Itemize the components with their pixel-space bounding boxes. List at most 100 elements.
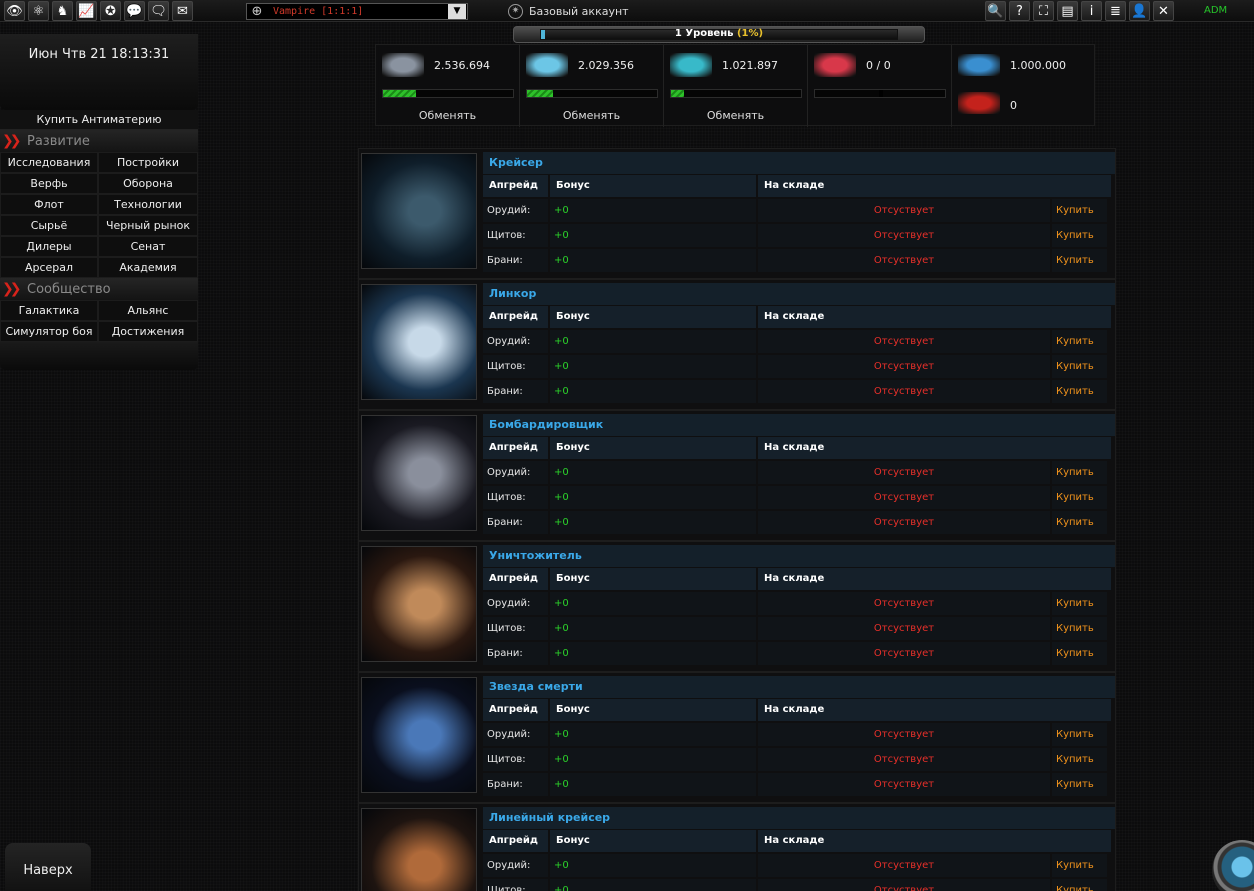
officers-icon[interactable]: ♞ bbox=[52, 1, 73, 21]
sidebar-item[interactable]: Достижения bbox=[98, 321, 198, 342]
buy-link[interactable]: Купить bbox=[1052, 380, 1107, 403]
deuterium-amount: 1.021.897 bbox=[722, 59, 778, 72]
settings-tools-icon[interactable]: ✕ bbox=[1153, 1, 1174, 21]
statistics-icon[interactable]: 📈 bbox=[76, 1, 97, 21]
sidebar-item[interactable]: Постройки bbox=[98, 152, 198, 173]
ship-table-header: Апгрейд Бонус На складе bbox=[483, 306, 1115, 328]
admin-link[interactable]: ADM bbox=[1204, 5, 1227, 16]
antimatter-icon bbox=[958, 92, 1000, 114]
upgrade-label: Брани: bbox=[483, 642, 548, 665]
ship-name[interactable]: Линкор bbox=[483, 283, 1115, 305]
crystal-exchange-link[interactable]: Обменять bbox=[520, 109, 663, 122]
buy-link[interactable]: Купить bbox=[1052, 461, 1107, 484]
table-row: Брани: +0 Отсуствует Купить bbox=[483, 773, 1115, 796]
table-row: Брани: +0 Отсуствует Купить bbox=[483, 380, 1115, 403]
sidebar-item[interactable]: Академия bbox=[98, 257, 198, 278]
ship-name[interactable]: Линейный крейсер bbox=[483, 807, 1115, 829]
ship-name[interactable]: Бомбардировщик bbox=[483, 414, 1115, 436]
metal-storage-bar bbox=[382, 89, 514, 98]
chevron-down-icon[interactable]: ▼ bbox=[448, 4, 466, 19]
search-icon[interactable]: 🔍 bbox=[985, 1, 1006, 21]
help-icon[interactable]: ? bbox=[1009, 1, 1030, 21]
bonus-value: +0 bbox=[550, 642, 756, 665]
buy-link[interactable]: Купить bbox=[1052, 511, 1107, 534]
sidebar-item[interactable]: Оборона bbox=[98, 173, 198, 194]
upgrade-label: Щитов: bbox=[483, 224, 548, 247]
overview-eye-icon[interactable]: 👁 bbox=[4, 1, 25, 21]
buy-link[interactable]: Купить bbox=[1052, 224, 1107, 247]
sidebar-item[interactable]: Галактика bbox=[0, 300, 98, 321]
buy-link[interactable]: Купить bbox=[1052, 748, 1107, 771]
buddies-icon[interactable]: 👤 bbox=[1129, 1, 1150, 21]
upgrade-label: Брани: bbox=[483, 380, 548, 403]
ship-name[interactable]: Уничтожитель bbox=[483, 545, 1115, 567]
sidebar-item[interactable]: Симулятор боя bbox=[0, 321, 98, 342]
sidebar-item[interactable]: Арсерал bbox=[0, 257, 98, 278]
planet-globe-icon[interactable] bbox=[1212, 840, 1254, 891]
header-upgrade: Апгрейд bbox=[483, 175, 548, 197]
ship-name[interactable]: Звезда смерти bbox=[483, 676, 1115, 698]
planet-select-value: Vampire [1:1:1] bbox=[273, 6, 364, 17]
sidebar-item[interactable]: Черный рынок bbox=[98, 215, 198, 236]
stock-status: Отсуствует bbox=[758, 249, 1050, 272]
medal-icon[interactable]: ✪ bbox=[100, 1, 121, 21]
header-bonus: Бонус bbox=[550, 699, 756, 721]
sidebar-item[interactable]: Сенат bbox=[98, 236, 198, 257]
buy-link[interactable]: Купить bbox=[1052, 486, 1107, 509]
research-atom-icon[interactable]: ⚛ bbox=[28, 1, 49, 21]
sidebar-item[interactable]: Флот bbox=[0, 194, 98, 215]
deuterium-exchange-link[interactable]: Обменять bbox=[664, 109, 807, 122]
sidebar-item[interactable]: Технологии bbox=[98, 194, 198, 215]
crystal-amount: 2.029.356 bbox=[578, 59, 634, 72]
ship-table-header: Апгрейд Бонус На складе bbox=[483, 699, 1115, 721]
buy-link[interactable]: Купить bbox=[1052, 723, 1107, 746]
notes-icon[interactable]: ▤ bbox=[1057, 1, 1078, 21]
sidebar-item[interactable]: Сырьё bbox=[0, 215, 98, 236]
buy-link[interactable]: Купить bbox=[1052, 642, 1107, 665]
sidebar-item[interactable]: Исследования bbox=[0, 152, 98, 173]
upgrade-label: Щитов: bbox=[483, 486, 548, 509]
table-row: Орудий: +0 Отсуствует Купить bbox=[483, 330, 1115, 353]
metal-exchange-link[interactable]: Обменять bbox=[376, 109, 519, 122]
to-top-button[interactable]: Наверх bbox=[5, 843, 91, 891]
forum-icon[interactable]: 🗨 bbox=[148, 1, 169, 21]
chat-icon[interactable]: 💬 bbox=[124, 1, 145, 21]
buy-link[interactable]: Купить bbox=[1052, 330, 1107, 353]
header-stock: На складе bbox=[758, 830, 1111, 852]
sidebar-item[interactable]: Верфь bbox=[0, 173, 98, 194]
ship-image bbox=[361, 677, 477, 793]
table-row: Щитов: +0 Отсуствует Купить bbox=[483, 355, 1115, 378]
info-icon[interactable]: i bbox=[1081, 1, 1102, 21]
buy-link[interactable]: Купить bbox=[1052, 854, 1107, 877]
upgrade-label: Щитов: bbox=[483, 617, 548, 640]
server-clock: Июн Чтв 21 18:13:31 bbox=[0, 34, 198, 110]
ship-name[interactable]: Крейсер bbox=[483, 152, 1115, 174]
buy-link[interactable]: Купить bbox=[1052, 773, 1107, 796]
planet-select[interactable]: ⊕ Vampire [1:1:1] ▼ bbox=[246, 3, 468, 20]
buy-link[interactable]: Купить bbox=[1052, 592, 1107, 615]
buy-antimatter-link[interactable]: Купить Антиматерию bbox=[0, 110, 198, 130]
buy-link[interactable]: Купить bbox=[1052, 355, 1107, 378]
sidebar-item[interactable]: Альянс bbox=[98, 300, 198, 321]
upgrade-label: Щитов: bbox=[483, 355, 548, 378]
sidebar-nav-grid: Исследования Постройки Верфь Оборона Флот Тех… bbox=[0, 152, 198, 278]
table-row: Орудий: +0 Отсуствует Купить bbox=[483, 854, 1115, 877]
buy-link[interactable]: Купить bbox=[1052, 249, 1107, 272]
stock-status: Отсуствует bbox=[758, 592, 1050, 615]
messages-envelope-icon[interactable]: ✉ bbox=[172, 1, 193, 21]
table-row: Орудий: +0 Отсуствует Купить bbox=[483, 461, 1115, 484]
table-row: Брани: +0 Отсуствует Купить bbox=[483, 642, 1115, 665]
bonus-value: +0 bbox=[550, 773, 756, 796]
document-icon[interactable]: ≣ bbox=[1105, 1, 1126, 21]
fleet-icon[interactable]: ⛶ bbox=[1033, 1, 1054, 21]
table-row: Орудий: +0 Отсуствует Купить bbox=[483, 199, 1115, 222]
sidebar-item[interactable]: Дилеры bbox=[0, 236, 98, 257]
bonus-value: +0 bbox=[550, 723, 756, 746]
table-row: Брани: +0 Отсуствует Купить bbox=[483, 511, 1115, 534]
buy-link[interactable]: Купить bbox=[1052, 199, 1107, 222]
upgrade-label: Орудий: bbox=[483, 461, 548, 484]
upgrade-label: Щитов: bbox=[483, 879, 548, 891]
energy-icon bbox=[814, 53, 856, 77]
buy-link[interactable]: Купить bbox=[1052, 617, 1107, 640]
buy-link[interactable]: Купить bbox=[1052, 879, 1107, 891]
